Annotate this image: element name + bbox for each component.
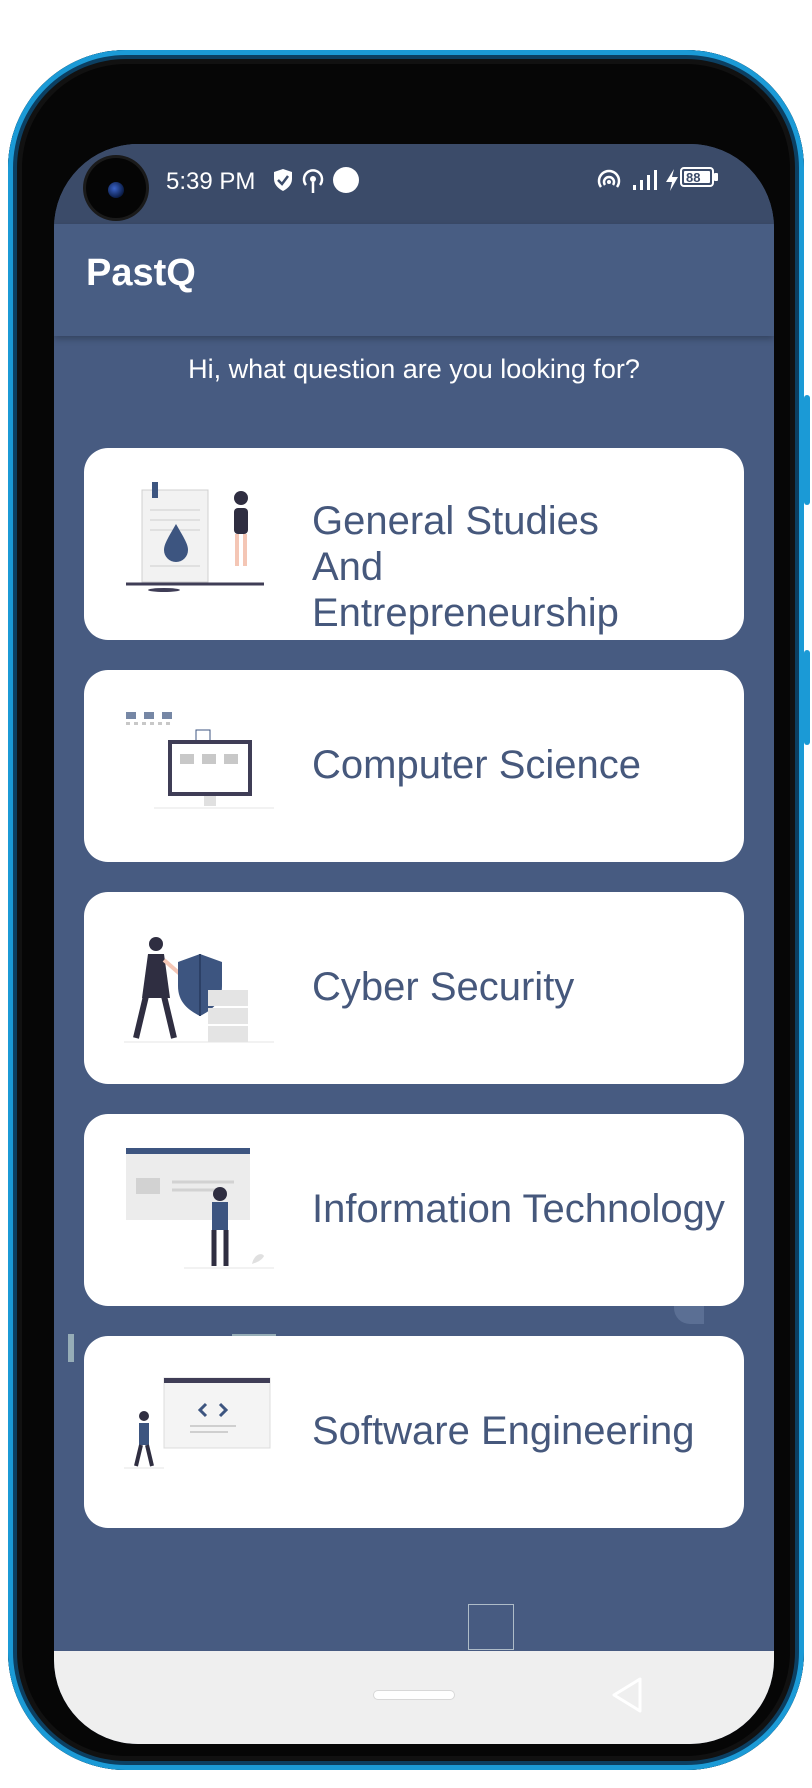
course-label: Information Technology [312, 1187, 725, 1231]
web-page-person-illustration [124, 1146, 274, 1276]
phone-frame: 5:39 PM 88 PastQ Hi, what question are y… [8, 50, 810, 1770]
course-label: Cyber Security [312, 965, 575, 1009]
back-icon[interactable] [610, 1675, 644, 1720]
status-bar: 5:39 PM 88 [54, 144, 774, 224]
screen: 5:39 PM 88 PastQ Hi, what question are y… [54, 144, 774, 1744]
course-label: Computer Science [312, 743, 642, 787]
course-label: Software Engineering [312, 1409, 695, 1453]
shield-icon [272, 168, 294, 197]
home-gesture-bar[interactable] [374, 1691, 454, 1699]
course-card-cyber-security[interactable]: Cyber Security [84, 892, 744, 1084]
notification-dot-icon [332, 166, 360, 199]
course-card-computer-science[interactable]: Computer Science [84, 670, 744, 862]
course-card-software-engineering[interactable]: Software Engineering [84, 1336, 744, 1528]
document-drop-person-illustration [124, 480, 274, 610]
app-title: PastQ [86, 252, 196, 294]
shield-person-illustration [124, 924, 274, 1054]
course-card-general-studies[interactable]: General Studies And Entrepreneurship [84, 448, 744, 640]
navigation-bar [54, 1651, 774, 1744]
course-card-information-technology[interactable]: Information Technology [84, 1114, 744, 1306]
status-time: 5:39 PM [166, 168, 256, 195]
monitor-illustration [124, 702, 274, 832]
power-button [804, 650, 810, 745]
signal-icon [632, 168, 658, 197]
volume-button [804, 395, 810, 505]
front-camera [86, 158, 146, 218]
hotspot-icon [300, 168, 326, 199]
course-label: General Studies And Entrepreneurship [312, 499, 619, 635]
greeting-text: Hi, what question are you looking for? [188, 354, 640, 384]
wifi-hotspot-icon [596, 168, 622, 199]
bg-decoration [68, 1334, 74, 1362]
app-bar: PastQ [54, 224, 774, 336]
battery-level: 88 [686, 170, 701, 185]
charging-icon [664, 168, 680, 197]
code-window-person-illustration [124, 1368, 274, 1498]
bg-decoration [468, 1604, 514, 1650]
